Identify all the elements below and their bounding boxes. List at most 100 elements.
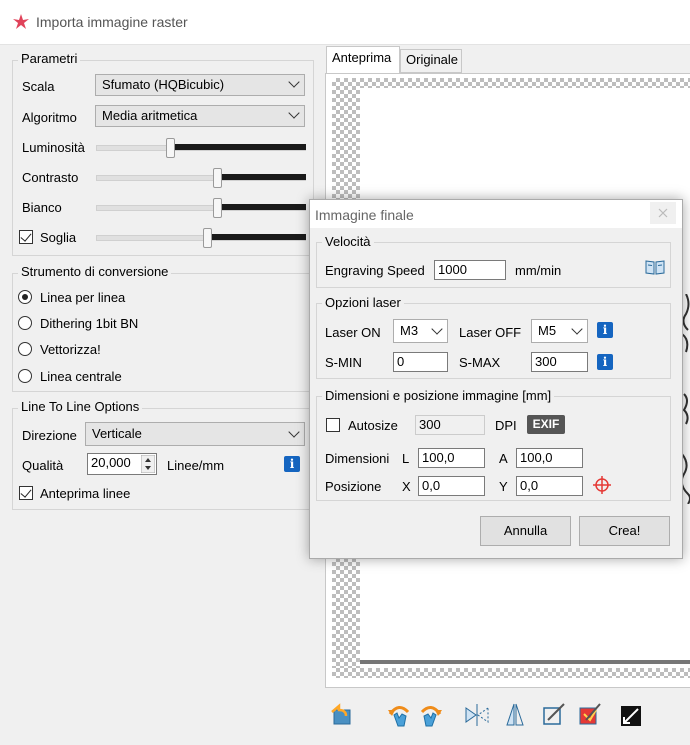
crosshair-icon[interactable]: [592, 475, 612, 495]
autosize-checkbox[interactable]: [326, 418, 340, 432]
book-icon[interactable]: [645, 259, 665, 275]
laser-off-select[interactable]: M5: [531, 319, 588, 343]
app-logo-icon: [13, 14, 29, 29]
height-input[interactable]: 100,0: [516, 448, 583, 468]
dialog-title: Immagine finale: [315, 207, 414, 223]
soglia-slider[interactable]: [96, 228, 306, 248]
stepper-arrows-icon[interactable]: [141, 455, 155, 473]
engraving-speed-label: Engraving Speed: [325, 263, 425, 278]
crop-icon[interactable]: [540, 702, 566, 728]
dialog-close-button[interactable]: [650, 202, 676, 224]
tab-anteprima-label: Anteprima: [332, 50, 392, 65]
window-title: Importa immagine raster: [36, 14, 188, 30]
ltl-group-label: Line To Line Options: [18, 399, 143, 414]
rotate-ccw-icon[interactable]: [386, 702, 412, 728]
conversion-radio-1[interactable]: [18, 316, 32, 330]
anteprima-label: Anteprima linee: [40, 486, 131, 501]
direzione-select[interactable]: Verticale: [85, 422, 305, 446]
engraving-speed-input[interactable]: 1000: [434, 260, 506, 280]
algoritmo-label: Algoritmo: [22, 110, 77, 125]
dpi-label: DPI: [495, 418, 517, 433]
qualita-value: 20,000: [91, 455, 131, 470]
invert-icon[interactable]: [618, 703, 644, 729]
height-value: 100,0: [520, 450, 553, 465]
create-button[interactable]: Crea!: [579, 516, 670, 546]
params-group-label: Parametri: [18, 51, 81, 66]
smin-value: 0: [397, 354, 405, 369]
anteprima-checkbox[interactable]: [19, 486, 33, 500]
tab-anteprima[interactable]: Anteprima: [326, 46, 400, 74]
cancel-button[interactable]: Annulla: [480, 516, 571, 546]
conversion-group-label: Strumento di conversione: [18, 264, 172, 279]
slider-thumb[interactable]: [213, 168, 222, 188]
autotrim-icon[interactable]: [576, 702, 602, 728]
conversion-option-label: Dithering 1bit BN: [40, 316, 139, 331]
scala-label: Scala: [22, 79, 55, 94]
tab-originale-label: Originale: [406, 52, 459, 67]
laser-on-value: M3: [400, 323, 419, 338]
laser-group-label: Opzioni laser: [322, 295, 404, 310]
dim-group-label: Dimensioni e posizione immagine [mm]: [322, 388, 555, 403]
smax-input[interactable]: 300: [531, 352, 588, 372]
smax-info-icon[interactable]: i: [597, 354, 613, 370]
close-icon: [658, 208, 668, 218]
bianco-slider[interactable]: [96, 198, 306, 218]
bianco-label: Bianco: [22, 200, 62, 215]
exif-button[interactable]: EXIF: [527, 415, 565, 434]
conversion-option-label: Linea centrale: [40, 369, 122, 384]
dimensioni-label: Dimensioni: [325, 451, 390, 466]
qualita-info-icon[interactable]: i: [284, 456, 300, 472]
flip-horizontal-icon[interactable]: [464, 702, 490, 728]
conversion-radio-3[interactable]: [18, 369, 32, 383]
chevron-down-icon: [431, 323, 443, 335]
preview-border-top: [332, 78, 690, 88]
slider-thumb[interactable]: [213, 198, 222, 218]
engraving-unit: mm/min: [515, 263, 562, 278]
contrasto-slider[interactable]: [96, 168, 306, 188]
smin-label: S-MIN: [325, 355, 362, 370]
conversion-radio-2[interactable]: [18, 342, 32, 356]
pos-y-input[interactable]: 0,0: [516, 476, 583, 496]
rotate-cw-icon[interactable]: [418, 702, 444, 728]
exif-label: EXIF: [532, 417, 560, 431]
soglia-checkbox[interactable]: [19, 230, 33, 244]
smax-label: S-MAX: [459, 355, 501, 370]
direzione-label: Direzione: [22, 428, 77, 443]
luminosita-slider[interactable]: [96, 138, 306, 158]
soglia-label: Soglia: [40, 230, 77, 245]
width-input[interactable]: 100,0: [418, 448, 485, 468]
laser-on-select[interactable]: M3: [393, 319, 448, 343]
dpi-value: 300: [419, 417, 441, 432]
engraving-speed-value: 1000: [438, 262, 467, 277]
qualita-stepper[interactable]: 20,000: [87, 453, 157, 475]
create-label: Crea!: [608, 523, 641, 538]
qualita-label: Qualità: [22, 458, 64, 473]
width-value: 100,0: [422, 450, 455, 465]
tab-originale[interactable]: Originale: [400, 49, 462, 73]
laser-info-icon[interactable]: i: [597, 322, 613, 338]
direzione-value: Verticale: [92, 426, 142, 441]
preview-bottom-line: [360, 660, 690, 664]
flip-vertical-icon[interactable]: [502, 702, 528, 728]
pos-x-value: 0,0: [422, 478, 441, 493]
autosize-label: Autosize: [348, 418, 398, 433]
pos-x-input[interactable]: 0,0: [418, 476, 485, 496]
smax-value: 300: [535, 354, 557, 369]
chevron-down-icon: [288, 107, 300, 119]
scala-select[interactable]: Sfumato (HQBicubic): [95, 74, 305, 96]
chevron-down-icon: [288, 426, 300, 438]
scala-value: Sfumato (HQBicubic): [102, 77, 225, 92]
algoritmo-select[interactable]: Media aritmetica: [95, 105, 305, 127]
title-bar: Importa immagine raster: [0, 0, 690, 45]
conversion-option-label: Linea per linea: [40, 290, 126, 305]
preview-border-bottom: [332, 668, 690, 678]
conversion-radio-0[interactable]: [18, 290, 32, 304]
smin-input[interactable]: 0: [393, 352, 448, 372]
algoritmo-value: Media aritmetica: [102, 108, 198, 123]
reset-icon[interactable]: [328, 702, 354, 728]
dpi-input[interactable]: 300: [415, 415, 485, 435]
slider-thumb[interactable]: [203, 228, 212, 248]
cancel-label: Annulla: [503, 523, 548, 538]
velocita-group-label: Velocità: [322, 234, 374, 249]
slider-thumb[interactable]: [166, 138, 175, 158]
